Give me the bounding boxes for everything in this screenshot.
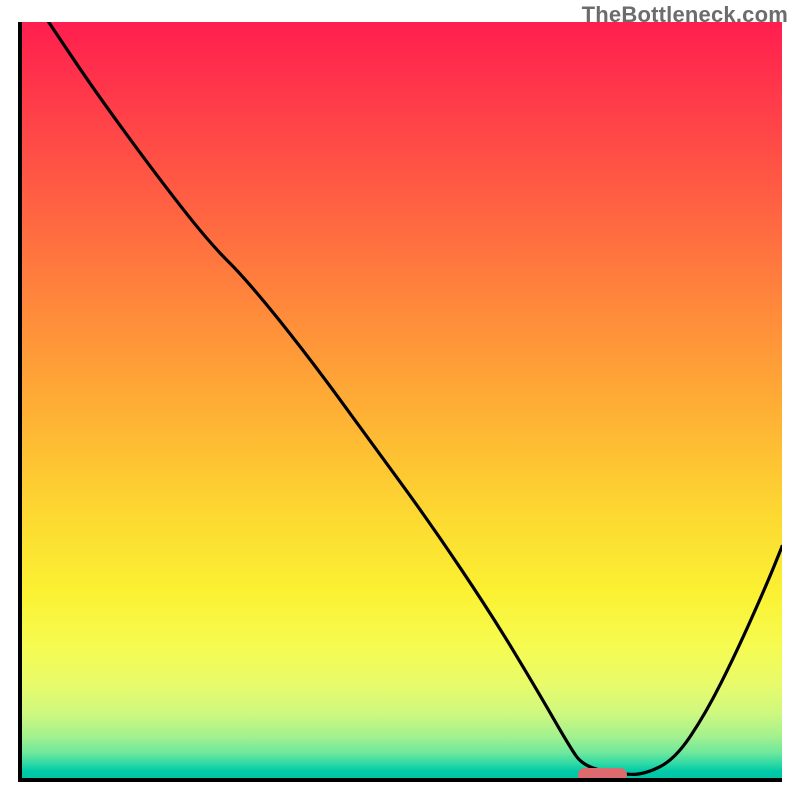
optimal-marker bbox=[578, 768, 628, 782]
curve-svg bbox=[18, 22, 782, 782]
plot-area bbox=[18, 22, 782, 782]
chart-container: TheBottleneck.com bbox=[0, 0, 800, 800]
bottleneck-curve-path bbox=[49, 22, 782, 774]
